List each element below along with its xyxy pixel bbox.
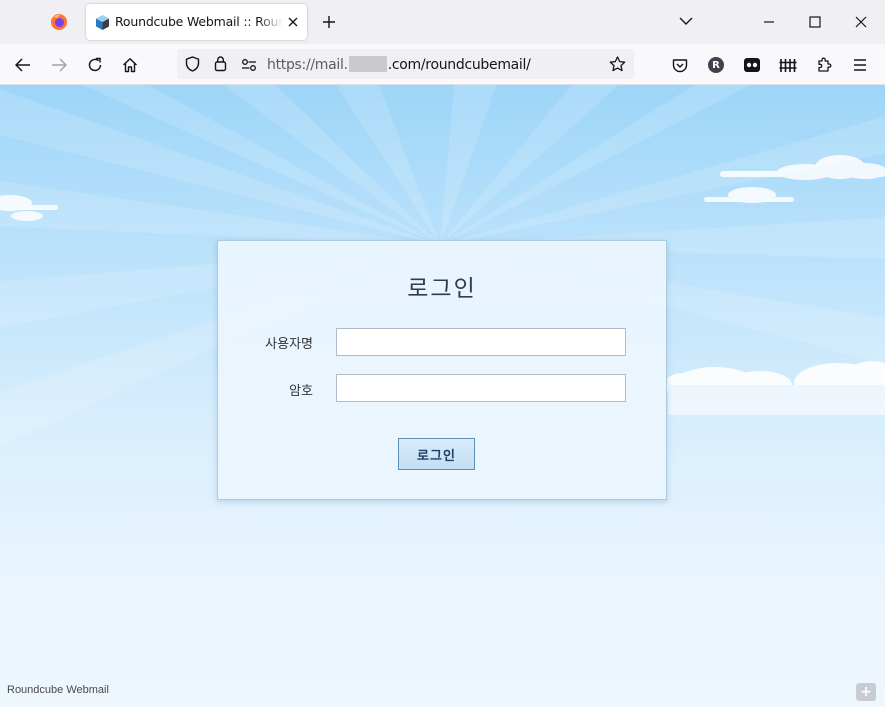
password-field[interactable] [336,374,626,402]
padlock-icon[interactable] [214,55,227,76]
roundcube-cube-icon [94,14,111,31]
login-submit-button[interactable]: 로그인 [398,438,475,470]
url-suffix: .com/roundcubemail/ [387,57,531,73]
password-label: 암호 [289,384,313,399]
browser-tab-bar: Roundcube Webmail :: Roundcube Webmail [0,0,885,44]
firefox-logo-icon[interactable] [50,13,68,31]
browser-tab-active[interactable]: Roundcube Webmail :: Roundcube Webmail [86,4,307,40]
tracking-protection-shield-icon[interactable] [185,56,200,76]
login-title: 로그인 [407,276,477,302]
footer-brand-text: Roundcube Webmail [7,684,109,696]
login-form-panel: 로그인 사용자명 암호 로그인 [217,240,667,500]
close-window-icon[interactable] [850,11,872,33]
extensions-puzzle-icon[interactable] [812,53,836,77]
profile-extension-icon[interactable]: R [704,53,728,77]
site-permissions-icon[interactable] [241,57,257,76]
minimize-window-icon[interactable] [758,11,780,33]
bookmark-star-icon[interactable] [609,56,626,76]
extension-mask-icon[interactable] [740,53,764,77]
url-redacted-segment [348,56,387,72]
list-all-tabs-chevron-icon[interactable] [676,11,696,31]
maximize-window-icon[interactable] [804,11,826,33]
home-icon[interactable] [118,53,142,77]
back-arrow-icon[interactable] [11,53,35,77]
url-prefix: https://mail. [267,57,348,73]
hamburger-menu-icon[interactable] [848,53,872,77]
tab-title: Roundcube Webmail :: Roundcube Webmail [115,14,283,29]
url-text[interactable]: https://mail. .com/roundcubemail/ [267,56,531,73]
plus-icon[interactable]: + [856,683,876,701]
webmail-login-page: 로그인 사용자명 암호 로그인 Roundcube Webmail + [0,85,885,707]
close-tab-icon[interactable] [283,12,303,32]
browser-navigation-bar: https://mail. .com/roundcubemail/ R [0,44,885,85]
forward-arrow-icon[interactable] [47,53,71,77]
extension-fence-icon[interactable] [776,53,800,77]
new-tab-plus-icon[interactable] [318,11,340,33]
pocket-icon[interactable] [668,53,692,77]
address-bar[interactable]: https://mail. .com/roundcubemail/ [177,49,634,79]
username-field[interactable] [336,328,626,356]
username-label: 사용자명 [265,337,313,352]
reload-icon[interactable] [83,53,107,77]
